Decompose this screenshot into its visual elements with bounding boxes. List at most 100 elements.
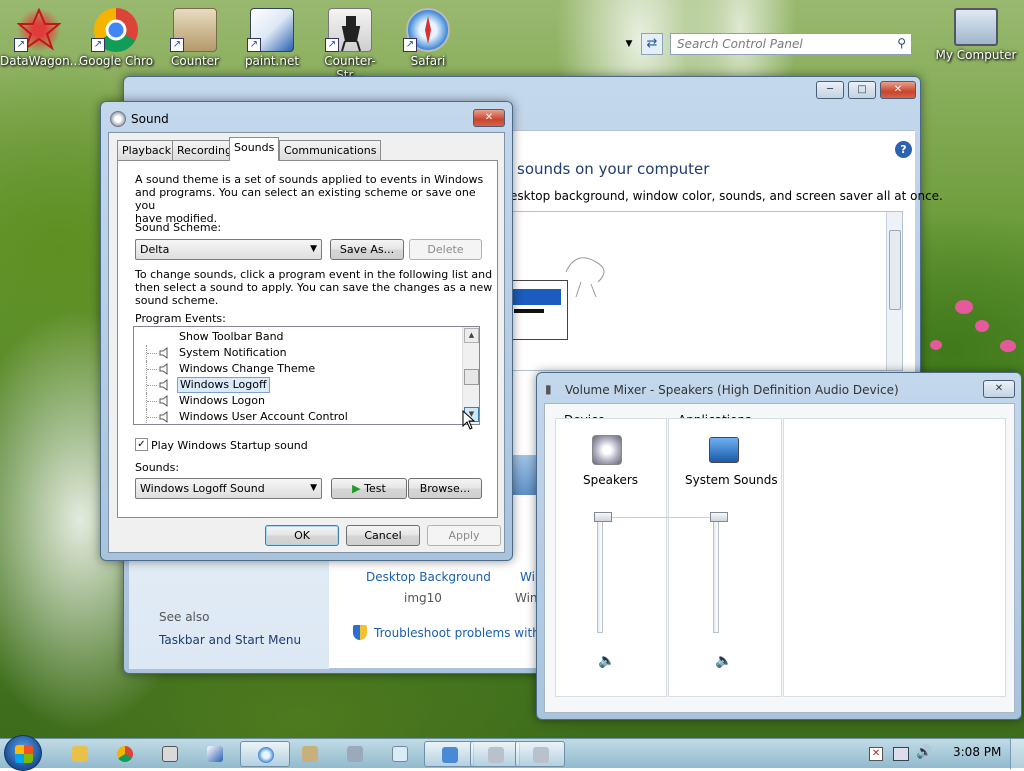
cancel-button[interactable]: Cancel xyxy=(346,525,420,546)
safari-icon xyxy=(258,747,274,763)
device-volume-slider[interactable] xyxy=(597,517,603,633)
scrollbar-thumb[interactable] xyxy=(464,369,479,385)
taskbar-volume-mixer[interactable] xyxy=(515,741,565,767)
shortcut-arrow-icon: ↗ xyxy=(91,38,105,52)
tab-sounds[interactable]: Sounds xyxy=(229,137,280,161)
desktop-background-value: img10 xyxy=(404,591,442,605)
taskbar-start-menu-link[interactable]: Taskbar and Start Menu xyxy=(159,633,301,647)
system-sounds-icon[interactable] xyxy=(709,437,739,463)
shortcut-arrow-icon: ↗ xyxy=(403,38,417,52)
folder-icon xyxy=(72,746,88,762)
search-control-panel-input[interactable]: Search Control Panel ⚲ xyxy=(670,33,912,55)
desktop-icon-google-chrome[interactable]: ↗ Google Chro xyxy=(77,8,155,68)
taskbar-clock[interactable]: 3:08 PM xyxy=(953,745,1001,759)
app-volume-thumb[interactable] xyxy=(710,512,728,522)
taskbar-notepad[interactable] xyxy=(375,741,425,767)
taskbar: ✕ 🔊 xyxy=(0,735,1024,771)
save-as-button[interactable]: Save As... xyxy=(330,239,404,260)
computer-monitor-icon xyxy=(954,8,998,46)
chrome-icon xyxy=(117,746,133,762)
shortcut-arrow-icon: ↗ xyxy=(325,38,339,52)
delete-button[interactable]: Delete xyxy=(409,239,482,260)
list-item[interactable]: Windows Change Theme xyxy=(134,361,462,377)
tab-communications[interactable]: Communications xyxy=(279,140,382,160)
desktop-icon-label: My Computer xyxy=(935,48,1017,62)
speaker-icon xyxy=(159,395,168,407)
scrollbar-thumb[interactable] xyxy=(889,230,901,310)
program-events-label: Program Events: xyxy=(135,312,226,325)
theme-list xyxy=(510,211,903,371)
troubleshoot-link[interactable]: Troubleshoot problems with tr xyxy=(374,626,553,640)
desktop-icon-counter[interactable]: ↗ Counter xyxy=(156,8,234,68)
maximize-button[interactable]: □ xyxy=(848,81,876,99)
action-center-icon[interactable]: ✕ xyxy=(869,747,883,761)
taskbar-explorer[interactable] xyxy=(55,741,105,767)
scroll-up-icon[interactable]: ▲ xyxy=(464,328,479,343)
speaker-icon xyxy=(159,379,168,391)
desktop-background-thumbnail[interactable] xyxy=(512,455,536,495)
close-button[interactable]: ✕ xyxy=(983,380,1015,398)
ok-button[interactable]: OK xyxy=(265,525,339,546)
app-icon xyxy=(347,746,363,762)
volume-mixer-window: ▮ Volume Mixer - Speakers (High Definiti… xyxy=(536,372,1022,720)
speaker-icon xyxy=(159,363,168,375)
desktop-background-link[interactable]: Desktop Background xyxy=(366,570,491,584)
program-events-list[interactable]: Show Toolbar Band System Notification Wi… xyxy=(133,326,480,425)
list-item[interactable]: Show Toolbar Band xyxy=(134,329,462,345)
device-volume-thumb[interactable] xyxy=(594,512,612,522)
network-icon[interactable] xyxy=(893,747,909,761)
taskbar-sound[interactable] xyxy=(470,741,520,767)
sound-scheme-select[interactable]: Delta ▼ xyxy=(135,239,322,260)
theme-preview-thumbnail[interactable] xyxy=(510,280,568,340)
browse-button[interactable]: Browse... xyxy=(408,478,482,499)
show-desktop-button[interactable] xyxy=(1010,739,1024,769)
desktop-icon-label: Safari xyxy=(410,54,446,68)
tab-playback[interactable]: Playback xyxy=(117,140,177,160)
taskbar-app[interactable] xyxy=(330,741,380,767)
see-also-label: See also xyxy=(159,610,210,624)
taskbar-paint-net[interactable] xyxy=(190,741,240,767)
list-item[interactable]: System Notification xyxy=(134,345,462,361)
intro-text: A sound theme is a set of sounds applied… xyxy=(135,173,484,225)
shortcut-arrow-icon: ↗ xyxy=(247,38,261,52)
speaker-mute-icon[interactable]: 🔈 xyxy=(715,653,732,669)
device-group: Speakers 🔈 xyxy=(555,418,667,697)
desktop-icon-label: paint.net xyxy=(244,54,300,68)
taskbar-chrome[interactable] xyxy=(100,741,150,767)
help-icon[interactable]: ? xyxy=(895,141,912,158)
app-volume-slider[interactable] xyxy=(713,517,719,633)
apply-button[interactable]: Apply xyxy=(427,525,501,546)
list-item[interactable]: Windows Logon xyxy=(134,393,462,409)
app-name: System Sounds xyxy=(685,473,778,487)
speakers-device-icon[interactable] xyxy=(592,435,622,465)
taskbar-control-panel[interactable] xyxy=(424,741,474,767)
control-panel-icon xyxy=(442,747,458,763)
page-subheading: esktop background, window color, sounds,… xyxy=(510,189,943,203)
desktop-icon-safari[interactable]: ↗ Safari xyxy=(389,8,467,68)
list-item[interactable]: Windows User Account Control xyxy=(134,409,462,424)
test-button[interactable]: ▶ Test xyxy=(331,478,407,499)
sound-file-select[interactable]: Windows Logoff Sound ▼ xyxy=(135,478,322,499)
startup-sound-checkbox[interactable]: ✓ xyxy=(135,438,148,451)
close-button[interactable]: ✕ xyxy=(880,81,916,99)
volume-icon[interactable]: 🔊 xyxy=(916,745,932,760)
window-color-link[interactable]: Wi xyxy=(520,570,535,584)
theme-list-scrollbar[interactable] xyxy=(886,212,902,370)
taskbar-safari[interactable] xyxy=(240,741,290,767)
list-item-selected[interactable]: Windows Logoff xyxy=(134,377,462,393)
minimize-button[interactable]: ─ xyxy=(816,81,844,99)
desktop-icon-my-computer[interactable]: My Computer xyxy=(934,8,1018,62)
desktop-icon-datawagon[interactable]: ↗ DataWagon... xyxy=(0,7,81,68)
taskbar-counter[interactable] xyxy=(285,741,335,767)
flower-decoration xyxy=(975,320,989,332)
desktop-icon-paint-net[interactable]: ↗ paint.net xyxy=(233,8,311,68)
close-button[interactable]: ✕ xyxy=(473,109,505,127)
tab-recording[interactable]: Recording xyxy=(172,140,238,160)
speaker-mute-icon[interactable]: 🔈 xyxy=(598,653,615,669)
refresh-button[interactable]: ⇄ xyxy=(641,33,663,55)
desktop-icon-counter-strike[interactable]: ↗ Counter-Str... xyxy=(311,8,389,82)
taskbar-counter-strike[interactable] xyxy=(145,741,195,767)
play-icon: ▶ xyxy=(352,482,361,495)
start-button[interactable] xyxy=(4,735,42,771)
address-dropdown-arrow-icon[interactable]: ▼ xyxy=(620,33,638,55)
